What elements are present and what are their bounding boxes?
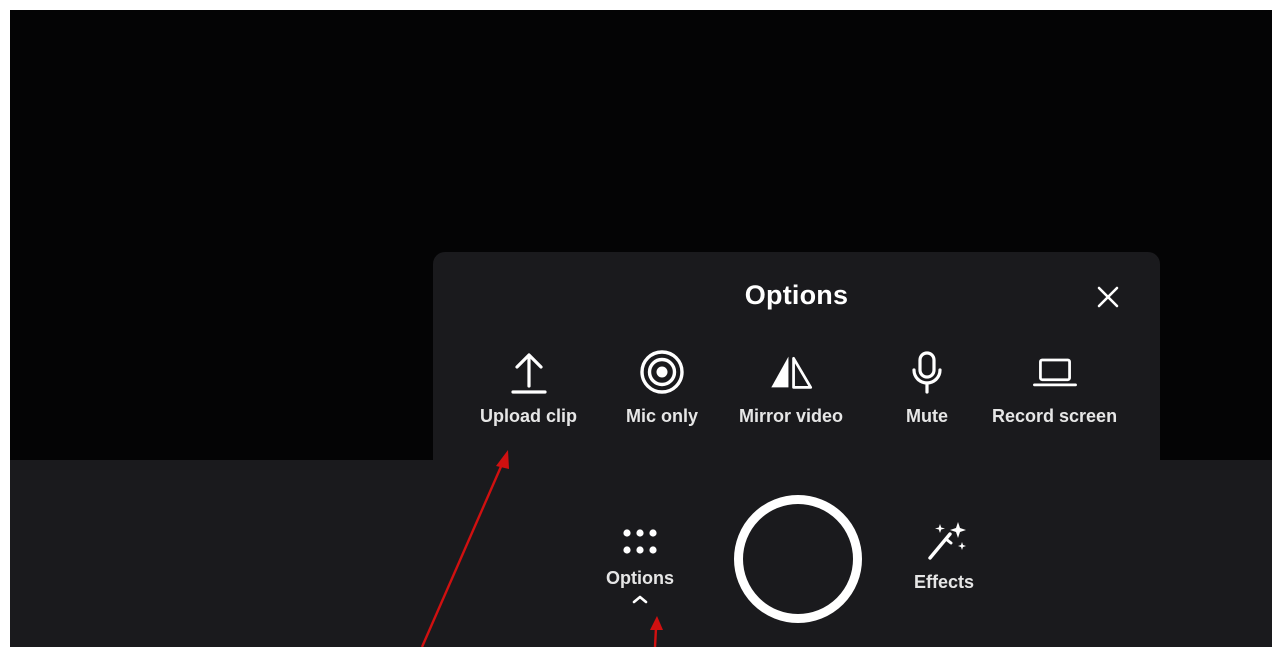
panel-title: Options [744, 280, 849, 310]
options-toggle-button[interactable]: Options [606, 524, 674, 605]
close-icon [1097, 286, 1119, 308]
options-panel: Options Upload clip Mic only Mirror vide… [433, 252, 1160, 462]
mirror-video-label: Mirror video [739, 406, 844, 426]
effects-button[interactable]: Effects [914, 520, 974, 593]
app-window: Options Upload clip Mic only Mirror vide… [10, 10, 1272, 647]
mirror-icon [771, 356, 813, 389]
mirror-video-button[interactable]: Mirror video [739, 348, 843, 427]
record-button[interactable] [734, 495, 862, 623]
laptop-icon [1032, 358, 1077, 387]
effects-label: Effects [914, 572, 975, 592]
upload-clip-label: Upload clip [480, 406, 578, 426]
options-label: Options [606, 568, 674, 588]
upload-icon [510, 353, 547, 394]
record-screen-button[interactable]: Record screen [992, 348, 1117, 427]
magic-wand-icon [928, 522, 967, 560]
microphone-icon [912, 351, 942, 394]
record-screen-label: Record screen [992, 406, 1118, 426]
mic-only-label: Mic only [626, 406, 699, 426]
chevron-up-icon [632, 595, 648, 604]
mute-button[interactable]: Mute [903, 348, 951, 427]
mute-label: Mute [906, 406, 948, 426]
upload-clip-button[interactable]: Upload clip [480, 348, 577, 427]
mic-only-button[interactable]: Mic only [626, 348, 698, 427]
target-icon [640, 350, 684, 394]
close-button[interactable] [1093, 282, 1123, 312]
grid-dots-icon [623, 529, 657, 554]
